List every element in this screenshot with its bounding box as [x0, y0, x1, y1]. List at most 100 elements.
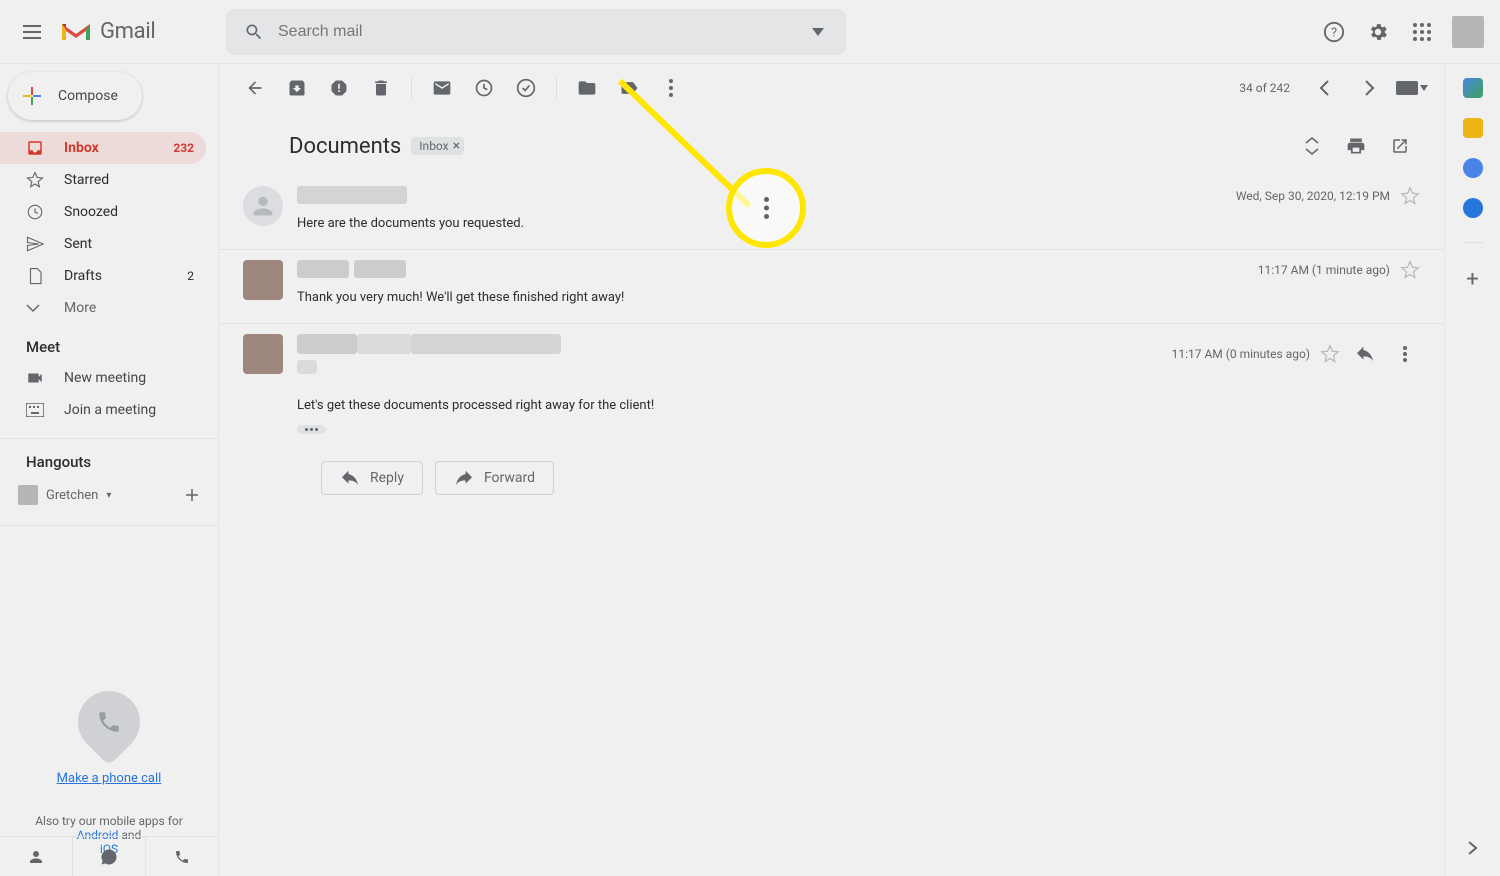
hangouts-avatar	[18, 485, 38, 505]
nav-more[interactable]: More	[0, 292, 206, 324]
input-tools-button[interactable]	[1396, 81, 1428, 95]
nav-inbox[interactable]: Inbox 232	[0, 132, 206, 164]
keyboard-small-icon	[1396, 81, 1418, 95]
meet-section-header: Meet	[0, 324, 218, 362]
message-2-sender-redacted-b	[354, 260, 406, 278]
show-trimmed-content-button[interactable]	[297, 425, 326, 434]
google-apps-button[interactable]	[1402, 12, 1442, 52]
archive-icon	[287, 78, 307, 98]
message-3-star-button[interactable]	[1320, 344, 1340, 364]
file-icon	[26, 267, 46, 285]
chevron-left-icon	[1319, 80, 1329, 96]
message-2-body: Thank you very much! We'll get these fin…	[297, 290, 1244, 305]
svg-text:?: ?	[1331, 25, 1337, 40]
snooze-button[interactable]	[464, 68, 504, 108]
main-menu-button[interactable]	[8, 8, 56, 56]
clock-icon	[474, 78, 494, 98]
forward-arrow-icon	[454, 470, 474, 486]
expand-icon	[1304, 137, 1320, 155]
mail-icon	[432, 78, 452, 98]
search-button[interactable]	[234, 12, 274, 52]
older-button[interactable]	[1350, 68, 1390, 108]
search-input[interactable]	[274, 23, 798, 41]
message-2-time: 11:17 AM (1 minute ago)	[1258, 263, 1390, 277]
reply-icon	[1355, 346, 1375, 362]
search-icon	[244, 22, 264, 42]
nav-drafts[interactable]: Drafts 2	[0, 260, 206, 292]
calendar-addon[interactable]	[1463, 78, 1483, 98]
page-counter: 34 of 242	[1239, 81, 1290, 95]
message-2-star-button[interactable]	[1400, 260, 1420, 280]
message-2-avatar	[243, 260, 283, 300]
newer-button[interactable]	[1304, 68, 1344, 108]
message-3-body: Let's get these documents processed righ…	[297, 398, 1420, 413]
bottom-tab-contacts[interactable]	[0, 837, 73, 876]
inbox-label-chip[interactable]: Inbox ×	[411, 137, 464, 155]
delete-button[interactable]	[361, 68, 401, 108]
hangouts-user-row[interactable]: Gretchen ▾	[0, 477, 218, 513]
hamburger-icon	[23, 25, 41, 39]
keep-addon[interactable]	[1463, 118, 1483, 138]
hangouts-new-chat-button[interactable]	[178, 481, 206, 509]
make-phone-call-link[interactable]: Make a phone call	[20, 771, 198, 786]
remove-label-button[interactable]: ×	[453, 138, 460, 154]
support-button[interactable]: ?	[1314, 12, 1354, 52]
message-2[interactable]: Thank you very much! We'll get these fin…	[219, 250, 1444, 324]
message-3-reply-button[interactable]	[1350, 334, 1380, 374]
contacts-addon[interactable]	[1463, 198, 1483, 218]
help-icon: ?	[1323, 21, 1345, 43]
gmail-logo[interactable]: Gmail	[56, 19, 216, 44]
keyboard-icon	[26, 403, 46, 417]
send-icon	[26, 235, 46, 253]
star-outline-icon	[1320, 344, 1340, 364]
nav-snoozed[interactable]: Snoozed	[0, 196, 206, 228]
label-icon	[619, 78, 639, 98]
trash-icon	[371, 78, 391, 98]
message-3-more-button[interactable]	[1390, 334, 1420, 374]
message-1-time: Wed, Sep 30, 2020, 12:19 PM	[1236, 189, 1390, 203]
print-button[interactable]	[1336, 126, 1376, 166]
message-1-avatar	[243, 186, 283, 226]
hangouts-username: Gretchen	[46, 488, 98, 503]
move-to-button[interactable]	[567, 68, 607, 108]
report-spam-button[interactable]	[319, 68, 359, 108]
account-avatar[interactable]	[1452, 16, 1484, 48]
hangouts-status-dropdown[interactable]: ▾	[106, 490, 111, 501]
nav-sent[interactable]: Sent	[0, 228, 206, 260]
message-1[interactable]: Here are the documents you requested. We…	[219, 176, 1444, 250]
message-1-star-button[interactable]	[1400, 186, 1420, 206]
meet-new-meeting[interactable]: New meeting	[0, 362, 218, 394]
expand-all-button[interactable]	[1292, 126, 1332, 166]
hide-side-panel-button[interactable]	[1453, 828, 1493, 868]
message-3-sender-redacted-a	[297, 334, 357, 354]
meet-join-meeting[interactable]: Join a meeting	[0, 394, 218, 426]
more-button[interactable]	[651, 68, 691, 108]
add-to-tasks-button[interactable]	[506, 68, 546, 108]
search-options-button[interactable]	[798, 12, 838, 52]
back-button[interactable]	[235, 68, 275, 108]
compose-button[interactable]: Compose	[8, 72, 142, 120]
plus-multicolor-icon	[20, 84, 44, 108]
task-icon	[516, 78, 536, 98]
message-3: 11:17 AM (0 minutes ago) Let's get these…	[219, 324, 1444, 513]
star-icon	[26, 171, 46, 189]
forward-button[interactable]: Forward	[435, 461, 554, 495]
bottom-tab-phone[interactable]	[146, 837, 218, 876]
archive-button[interactable]	[277, 68, 317, 108]
spam-icon	[329, 78, 349, 98]
message-3-sender-redacted-b	[357, 334, 411, 354]
nav-starred[interactable]: Starred	[0, 164, 206, 196]
mark-unread-button[interactable]	[422, 68, 462, 108]
settings-button[interactable]	[1358, 12, 1398, 52]
bottom-tab-hangouts[interactable]	[73, 837, 146, 876]
inbox-icon	[26, 139, 46, 157]
tasks-addon[interactable]	[1463, 158, 1483, 178]
phone-icon	[174, 849, 190, 865]
print-icon	[1346, 136, 1366, 156]
labels-button[interactable]	[609, 68, 649, 108]
get-addons-button[interactable]: +	[1466, 267, 1478, 292]
open-new-window-button[interactable]	[1380, 126, 1420, 166]
reply-button[interactable]: Reply	[321, 461, 423, 495]
subject-title: Documents	[289, 134, 401, 159]
clock-icon	[26, 203, 46, 221]
